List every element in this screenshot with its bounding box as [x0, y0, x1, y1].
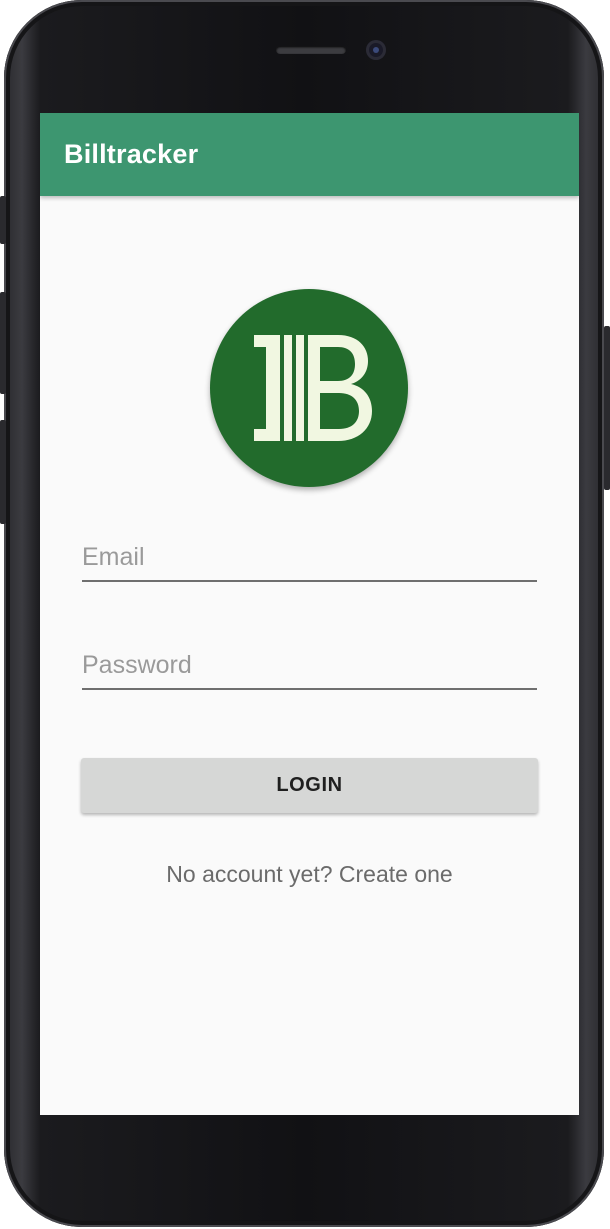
- side-button-mute: [0, 196, 6, 244]
- speaker-grille: [276, 46, 346, 54]
- billtracker-logo-icon: [210, 289, 408, 487]
- create-account-link[interactable]: No account yet? Create one: [40, 861, 579, 888]
- login-button[interactable]: LOGIN: [81, 758, 538, 813]
- email-field[interactable]: [82, 534, 537, 582]
- side-button-volume-down: [0, 420, 6, 524]
- logo-glyph: [254, 335, 372, 441]
- side-button-power: [604, 326, 610, 490]
- password-field[interactable]: [82, 642, 537, 690]
- side-button-volume-up: [0, 292, 6, 394]
- phone-frame: Billtracker LOGIN No accou: [4, 0, 604, 1227]
- app-title: Billtracker: [64, 139, 199, 169]
- front-camera: [366, 40, 386, 60]
- app-bar: Billtracker: [40, 113, 579, 196]
- app-screen: Billtracker LOGIN No accou: [40, 113, 579, 1115]
